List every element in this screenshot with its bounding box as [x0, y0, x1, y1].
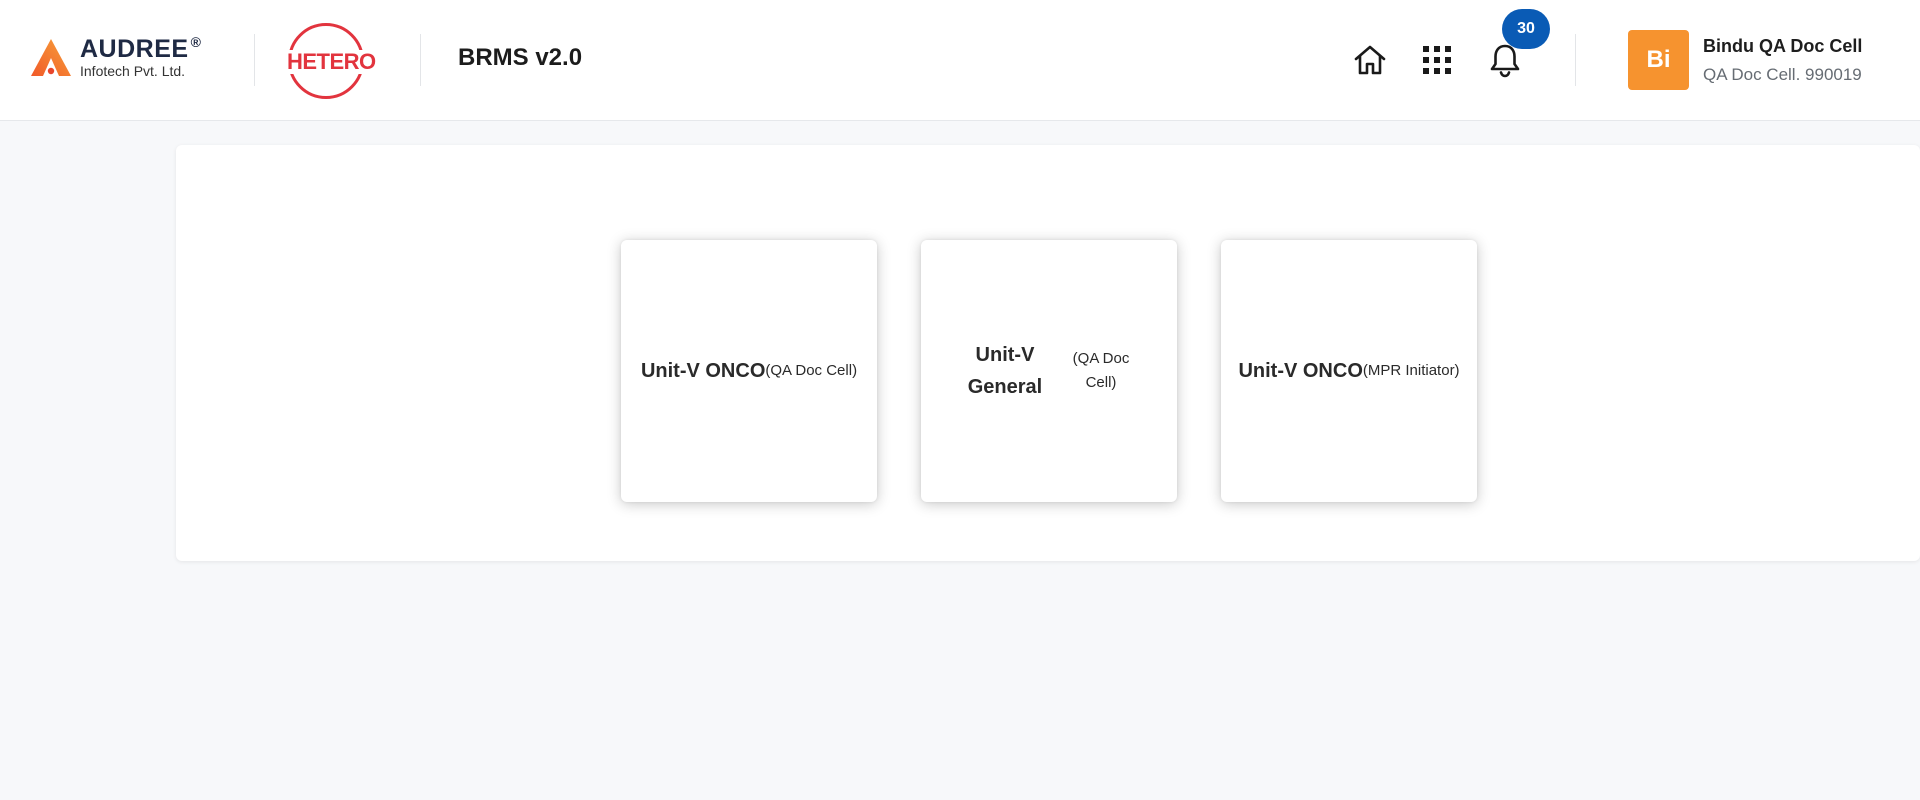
- home-button[interactable]: [1348, 38, 1392, 82]
- audree-brand-subtitle: Infotech Pvt. Ltd.: [80, 62, 186, 79]
- avatar: Bi: [1628, 30, 1689, 90]
- unit-selection-panel: Unit-V ONCO (QA Doc Cell) Unit-V General…: [176, 145, 1920, 561]
- unit-card-onco-mpr-initiator[interactable]: Unit-V ONCO (MPR Initiator): [1221, 240, 1477, 502]
- card-title: Unit-V ONCO: [640, 360, 766, 382]
- notification-count-badge: 30: [1502, 9, 1550, 49]
- card-title: Unit-V General: [967, 344, 1043, 398]
- home-icon: [1354, 45, 1386, 75]
- hetero-logo: HETERO: [287, 23, 376, 99]
- hetero-logo-text: HETERO: [287, 49, 376, 74]
- audree-brand-name: AUDREE ®: [80, 33, 202, 63]
- card-subtitle: (MPR Initiator): [1362, 362, 1460, 379]
- audree-logo-icon: [31, 39, 71, 76]
- card-title: Unit-V ONCO: [1238, 360, 1363, 382]
- top-header: AUDREE ® Infotech Pvt. Ltd. HETERO BRMS v…: [0, 0, 1920, 121]
- unit-card-onco-qa-doc-cell[interactable]: Unit-V ONCO (QA Doc Cell): [621, 240, 877, 502]
- card-subtitle: (QA Doc Cell): [1072, 350, 1130, 391]
- unit-card-general-qa-doc-cell[interactable]: Unit-V General (QA Doc Cell): [921, 240, 1177, 502]
- apps-grid-icon: [1423, 46, 1451, 74]
- header-divider: [254, 34, 255, 86]
- app-title: BRMS v2.0: [458, 44, 583, 71]
- user-name: Bindu QA Doc Cell: [1703, 35, 1863, 56]
- user-profile[interactable]: Bi Bindu QA Doc Cell QA Doc Cell. 990019: [1628, 30, 1862, 90]
- header-divider: [420, 34, 421, 86]
- audree-logo[interactable]: AUDREE ® Infotech Pvt. Ltd.: [30, 33, 202, 79]
- apps-button[interactable]: [1415, 38, 1459, 82]
- user-role: QA Doc Cell. 990019: [1703, 64, 1862, 84]
- card-subtitle: (QA Doc Cell): [765, 362, 858, 379]
- header-divider: [1575, 34, 1576, 86]
